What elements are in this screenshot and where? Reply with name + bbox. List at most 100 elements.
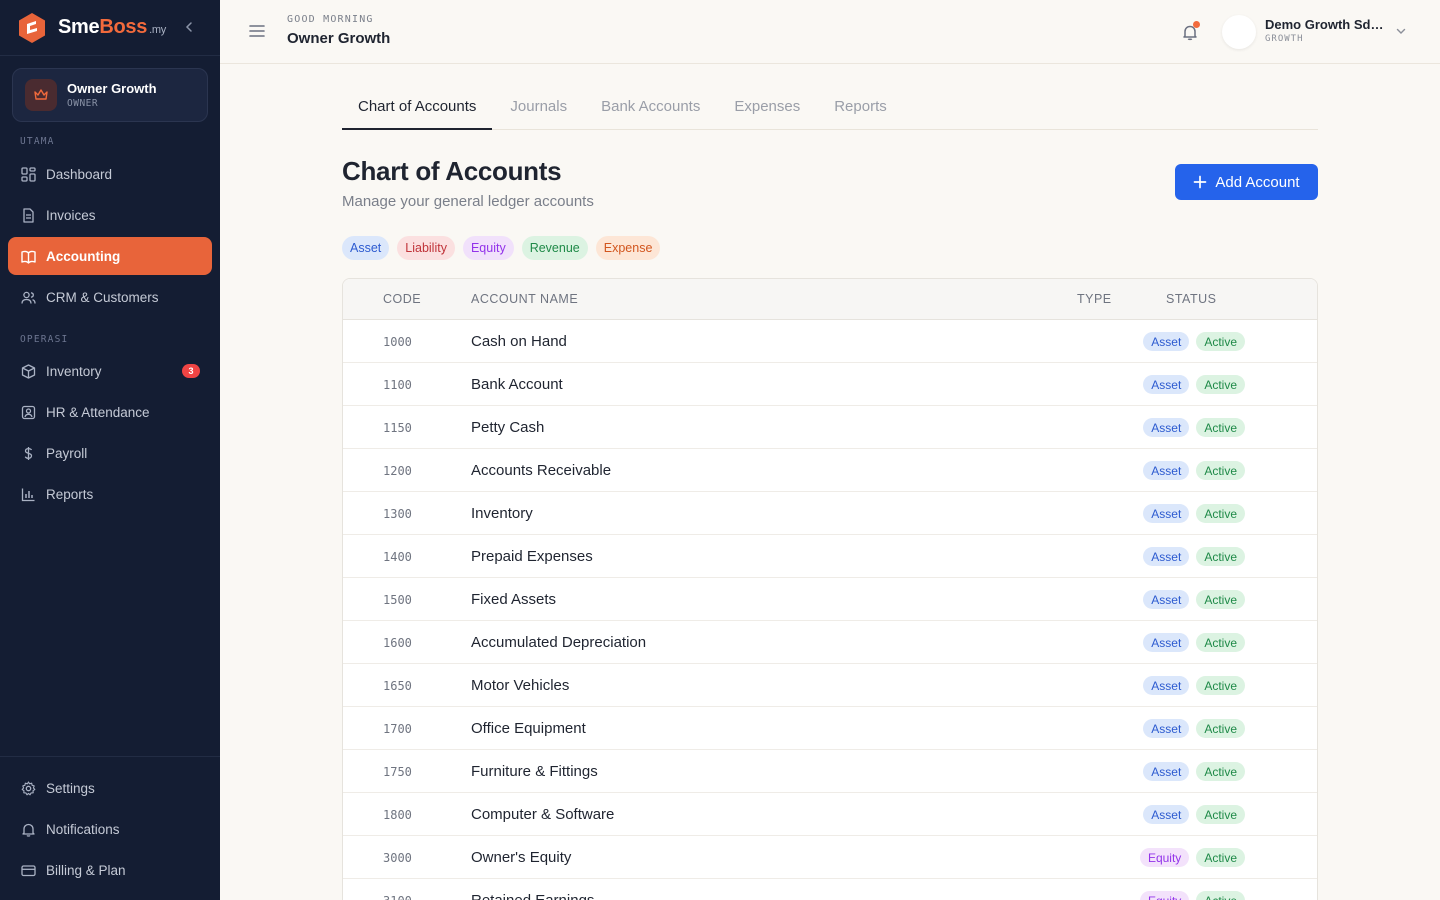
nav-item-invoices[interactable]: Invoices bbox=[8, 196, 212, 234]
row-badges: Asset Active bbox=[1143, 547, 1245, 566]
chevron-left-icon bbox=[185, 22, 192, 32]
tab-journals[interactable]: Journals bbox=[494, 98, 583, 130]
nav-item-crm[interactable]: CRM & Customers bbox=[8, 278, 212, 316]
nav-label: Payroll bbox=[46, 445, 88, 461]
account-type-badge: Asset bbox=[1143, 762, 1190, 781]
table-row[interactable]: 1300 Inventory Asset Active bbox=[343, 492, 1317, 535]
account-type-badge: Asset bbox=[1143, 461, 1190, 480]
tab-chart-of-accounts[interactable]: Chart of Accounts bbox=[342, 98, 493, 130]
brand: SmeBoss .my bbox=[0, 0, 220, 56]
table-row[interactable]: 1650 Motor Vehicles Asset Active bbox=[343, 664, 1317, 707]
nav-label: HR & Attendance bbox=[46, 404, 150, 420]
column-account-name[interactable]: ACCOUNT NAME bbox=[471, 292, 578, 306]
nav-label: Settings bbox=[46, 780, 95, 796]
table-row[interactable]: 1800 Computer & Software Asset Active bbox=[343, 793, 1317, 836]
account-status-badge: Active bbox=[1196, 762, 1245, 781]
crown-icon bbox=[25, 79, 57, 111]
account-status-badge: Active bbox=[1196, 891, 1245, 900]
menu-toggle-button[interactable] bbox=[246, 20, 268, 42]
table-row[interactable]: 3100 Retained Earnings Equity Active bbox=[343, 879, 1317, 900]
account-name: Bank Account bbox=[471, 376, 563, 393]
brand-name[interactable]: SmeBoss .my bbox=[58, 16, 166, 39]
org-switcher-button[interactable] bbox=[1392, 22, 1410, 40]
sidebar: SmeBoss .my Owner Growth OWNER UTAMA Dash… bbox=[0, 0, 220, 900]
nav-item-inventory[interactable]: Inventory 3 bbox=[8, 352, 212, 390]
account-status-badge: Active bbox=[1196, 418, 1245, 437]
row-badges: Asset Active bbox=[1143, 332, 1245, 351]
nav-item-settings[interactable]: Settings bbox=[8, 769, 212, 807]
account-type-badge: Asset bbox=[1143, 590, 1190, 609]
account-status-badge: Active bbox=[1196, 848, 1245, 867]
table-row[interactable]: 1750 Furniture & Fittings Asset Active bbox=[343, 750, 1317, 793]
table-row[interactable]: 1700 Office Equipment Asset Active bbox=[343, 707, 1317, 750]
nav-label: Billing & Plan bbox=[46, 862, 126, 878]
account-type-badge: Asset bbox=[1143, 504, 1190, 523]
account-code: 1750 bbox=[383, 765, 412, 779]
nav-label: Inventory bbox=[46, 363, 102, 379]
org-plan: GROWTH bbox=[1265, 34, 1304, 44]
nav-item-notifications[interactable]: Notifications bbox=[8, 810, 212, 848]
filter-expense[interactable]: Expense bbox=[595, 236, 661, 260]
table-row[interactable]: 1000 Cash on Hand Asset Active bbox=[343, 320, 1317, 363]
account-code: 1150 bbox=[383, 421, 412, 435]
account-name: Office Equipment bbox=[471, 720, 586, 737]
org-avatar[interactable] bbox=[1222, 15, 1256, 49]
nav-item-payroll[interactable]: Payroll bbox=[8, 434, 212, 472]
topbar: GOOD MORNING Owner Growth Demo Growth Sd… bbox=[220, 0, 1440, 64]
account-status-badge: Active bbox=[1196, 375, 1245, 394]
nav-item-billing[interactable]: Billing & Plan bbox=[8, 851, 212, 889]
row-badges: Asset Active bbox=[1143, 461, 1245, 480]
nav-label: Notifications bbox=[46, 821, 120, 837]
table-row[interactable]: 1100 Bank Account Asset Active bbox=[343, 363, 1317, 406]
filter-revenue[interactable]: Revenue bbox=[521, 236, 588, 260]
account-code: 1700 bbox=[383, 722, 412, 736]
chevron-down-icon bbox=[1396, 28, 1406, 34]
table-row[interactable]: 1400 Prepaid Expenses Asset Active bbox=[343, 535, 1317, 578]
collapse-sidebar-button[interactable] bbox=[178, 16, 200, 38]
add-account-button[interactable]: Add Account bbox=[1175, 164, 1318, 200]
account-type-badge: Asset bbox=[1143, 805, 1190, 824]
table-row[interactable]: 3000 Owner's Equity Equity Active bbox=[343, 836, 1317, 879]
main-content: Chart of Accounts Journals Bank Accounts… bbox=[342, 64, 1318, 900]
nav-section-utama: UTAMA bbox=[20, 136, 55, 147]
users-icon bbox=[20, 289, 36, 305]
account-status-badge: Active bbox=[1196, 332, 1245, 351]
account-name: Cash on Hand bbox=[471, 333, 567, 350]
tab-bank-accounts[interactable]: Bank Accounts bbox=[585, 98, 716, 130]
filter-asset[interactable]: Asset bbox=[342, 236, 390, 260]
book-icon bbox=[20, 248, 36, 264]
user-name: Owner Growth bbox=[67, 81, 157, 96]
tab-reports[interactable]: Reports bbox=[818, 98, 903, 130]
table-row[interactable]: 1500 Fixed Assets Asset Active bbox=[343, 578, 1317, 621]
table-row[interactable]: 1200 Accounts Receivable Asset Active bbox=[343, 449, 1317, 492]
column-type[interactable]: TYPE bbox=[1077, 292, 1112, 306]
row-badges: Asset Active bbox=[1143, 375, 1245, 394]
nav-item-reports[interactable]: Reports bbox=[8, 475, 212, 513]
account-code: 1400 bbox=[383, 550, 412, 564]
column-code[interactable]: CODE bbox=[383, 292, 421, 306]
table-row[interactable]: 1150 Petty Cash Asset Active bbox=[343, 406, 1317, 449]
brand-logo-icon[interactable] bbox=[18, 12, 46, 43]
notifications-button[interactable] bbox=[1178, 20, 1202, 44]
filter-equity[interactable]: Equity bbox=[462, 236, 514, 260]
user-card[interactable]: Owner Growth OWNER bbox=[12, 68, 208, 122]
account-type-badge: Equity bbox=[1139, 848, 1190, 867]
plus-icon bbox=[1193, 175, 1207, 189]
table-row[interactable]: 1600 Accumulated Depreciation Asset Active bbox=[343, 621, 1317, 664]
account-name: Accounts Receivable bbox=[471, 462, 612, 479]
nav-item-hr[interactable]: HR & Attendance bbox=[8, 393, 212, 431]
type-legend: Asset Liability Equity Revenue Expense bbox=[342, 236, 1318, 260]
bar-chart-icon bbox=[20, 486, 36, 502]
sidebar-bottom: Settings Notifications Billing & Plan bbox=[0, 756, 220, 900]
nav-item-accounting[interactable]: Accounting bbox=[8, 237, 212, 275]
account-code: 1650 bbox=[383, 679, 412, 693]
tab-expenses[interactable]: Expenses bbox=[718, 98, 816, 130]
filter-liability[interactable]: Liability bbox=[397, 236, 455, 260]
org-name[interactable]: Demo Growth Sdn Bhd bbox=[1265, 17, 1387, 32]
row-badges: Asset Active bbox=[1143, 719, 1245, 738]
nav-label: CRM & Customers bbox=[46, 289, 159, 305]
account-name: Retained Earnings bbox=[471, 892, 594, 900]
column-status[interactable]: STATUS bbox=[1166, 292, 1216, 306]
row-badges: Asset Active bbox=[1143, 590, 1245, 609]
nav-item-dashboard[interactable]: Dashboard bbox=[8, 155, 212, 193]
